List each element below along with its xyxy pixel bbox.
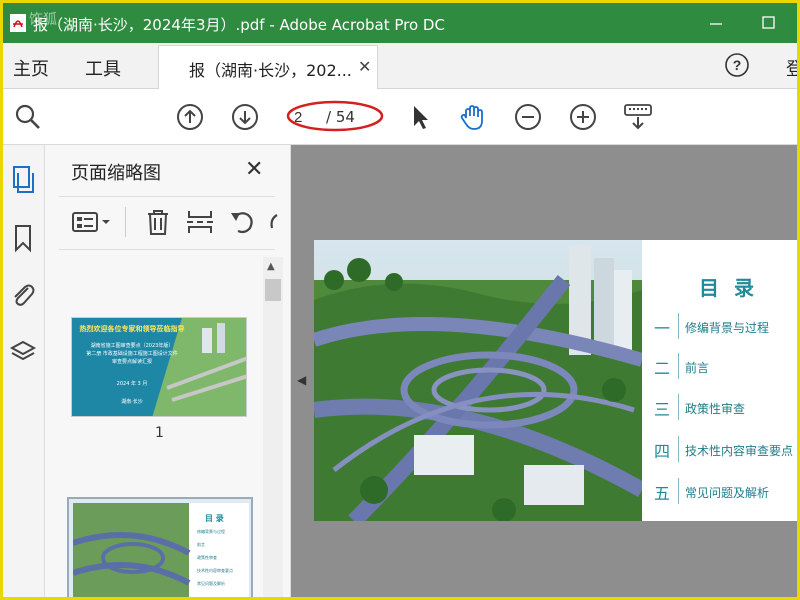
toc-item-text: 政策性审查 xyxy=(685,402,746,416)
thumb1-place: 湖南·长沙 xyxy=(121,399,143,405)
panel-title: 页面缩略图 xyxy=(71,163,161,184)
tab-document[interactable]: 报（湖南·长沙，202... ✕ xyxy=(158,45,378,89)
page-thumbnails-icon[interactable] xyxy=(9,165,37,195)
bookmark-icon[interactable] xyxy=(9,223,37,253)
toc-item: 一 修编背景与过程 xyxy=(654,313,797,339)
acrobat-app-icon xyxy=(10,14,26,32)
thumb2-title: 目 录 xyxy=(205,514,224,523)
toc-divider xyxy=(678,436,679,462)
window-title: 报（湖南·长沙，2024年3月）.pdf - Adobe Acrobat Pro… xyxy=(33,16,445,34)
toc-divider xyxy=(678,313,679,339)
toc-item: 二 前言 xyxy=(654,353,797,379)
page-number-input[interactable] xyxy=(294,107,318,127)
thumb2-item: 常见问题及解析 xyxy=(197,581,225,586)
toc-title: 目 录 xyxy=(699,276,758,300)
toc-item-number: 一 xyxy=(654,319,671,338)
thumb1-text: 热烈欢迎各位专家和领导莅临指导 xyxy=(79,325,185,333)
thumbnail-panel: 页面缩略图 ✕ ▲ 热烈欢迎各位专家和领导莅临指导 湖南省施工图审查要点（202… xyxy=(45,145,291,597)
thumb2-item: 前言 xyxy=(197,542,205,547)
thumb1-line3: 审查要点解读汇报 xyxy=(111,359,152,365)
toc-item: 三 政策性审查 xyxy=(654,394,797,420)
select-arrow-icon[interactable] xyxy=(405,102,435,132)
extract-page-icon[interactable] xyxy=(185,207,215,237)
toc-divider xyxy=(678,394,679,420)
acrobat-window: 饰狐 报（湖南·长沙，2024年3月）.pdf - Adobe Acrobat … xyxy=(0,0,800,600)
table-of-contents: 目 录 一 修编背景与过程 二 前言 三 政策性审查 四 技术性内容审查要点 五… xyxy=(642,240,797,521)
thumb2-item: 政策性审查 xyxy=(197,555,217,560)
thumb1-line1: 湖南省施工图审查要点（2023年版） xyxy=(90,343,174,349)
thumb2-item: 修编背景与过程 xyxy=(197,529,225,534)
help-icon[interactable]: ? xyxy=(724,52,750,78)
next-page-icon[interactable] xyxy=(230,102,260,132)
hand-tool-icon[interactable] xyxy=(458,102,488,132)
scroll-up-icon[interactable]: ▲ xyxy=(267,261,275,272)
toc-item-number: 三 xyxy=(654,400,671,419)
collapse-panel-icon[interactable]: ◀ xyxy=(297,373,306,387)
left-rail xyxy=(3,145,45,597)
keyboard-icon[interactable] xyxy=(623,102,653,132)
maximize-icon[interactable] xyxy=(756,13,780,33)
toc-item-text: 前言 xyxy=(685,361,710,375)
minimize-icon[interactable] xyxy=(704,13,728,33)
toc-divider xyxy=(678,353,679,379)
tab-bar: 主页 工具 报（湖南·长沙，202... ✕ ? 登 xyxy=(3,43,797,89)
layers-icon[interactable] xyxy=(9,337,37,367)
toc-item-number: 二 xyxy=(654,359,671,378)
document-view[interactable]: ◀ 目 录 一 修编背景与过程 二 前言 三 政策性审查 四 技术性内容审查要点… xyxy=(291,145,797,597)
toc-item: 五 常见问题及解析 xyxy=(654,478,797,504)
toc-item-number: 五 xyxy=(654,484,671,503)
toc-item-text: 常见问题及解析 xyxy=(685,486,770,500)
tab-home[interactable]: 主页 xyxy=(13,55,49,81)
toc-divider xyxy=(678,478,679,504)
toc-item-text: 技术性内容审查要点 xyxy=(685,444,794,458)
title-bar: 饰狐 报（湖南·长沙，2024年3月）.pdf - Adobe Acrobat … xyxy=(3,3,797,43)
tab-tools[interactable]: 工具 xyxy=(85,55,121,81)
toc-item-number: 四 xyxy=(654,442,671,461)
zoom-search-icon[interactable] xyxy=(13,102,43,132)
thumbnail-options-icon[interactable] xyxy=(71,207,115,237)
thumbnail-scrollbar[interactable]: ▲ xyxy=(263,257,283,597)
document-tab-label: 报（湖南·长沙，202... xyxy=(189,61,352,80)
page-total: / 54 xyxy=(326,108,355,126)
pdf-page: 目 录 一 修编背景与过程 二 前言 三 政策性审查 四 技术性内容审查要点 五… xyxy=(314,240,797,521)
thumb1-line2: 第二册 市政基础设施工程施工图设计文件 xyxy=(86,351,178,357)
toc-item: 四 技术性内容审查要点 xyxy=(654,436,797,462)
close-tab-icon[interactable]: ✕ xyxy=(358,57,371,76)
page-thumbnail-2[interactable]: 目 录 修编背景与过程 前言 政策性审查 技术性内容审查要点 常见问题及解析 xyxy=(67,497,253,597)
scroll-thumb[interactable] xyxy=(265,279,281,301)
interchange-rendering-image xyxy=(314,240,642,521)
zoom-in-icon[interactable] xyxy=(568,102,598,132)
zoom-out-icon[interactable] xyxy=(513,102,543,132)
rotate-left-icon[interactable] xyxy=(227,207,257,237)
svg-text:?: ? xyxy=(733,57,742,73)
page-number-box: / 54 xyxy=(290,104,380,130)
thumb2-item: 技术性内容审查要点 xyxy=(197,568,233,573)
divider xyxy=(59,196,275,197)
panel-close-icon[interactable]: ✕ xyxy=(245,157,263,182)
rotate-right-icon[interactable] xyxy=(267,207,279,237)
delete-page-icon[interactable] xyxy=(143,207,173,237)
thumbnail-page-number: 1 xyxy=(155,425,164,441)
toolbar: / 54 xyxy=(3,89,797,145)
toc-item-text: 修编背景与过程 xyxy=(685,321,770,335)
attachment-icon[interactable] xyxy=(9,279,37,309)
thumb1-date: 2024 年 3 月 xyxy=(116,381,148,387)
prev-page-icon[interactable] xyxy=(175,102,205,132)
page-thumbnail-1[interactable]: 热烈欢迎各位专家和领导莅临指导 湖南省施工图审查要点（2023年版） 第二册 市… xyxy=(71,317,247,417)
toolbar-divider xyxy=(125,207,126,237)
login-link[interactable]: 登 xyxy=(786,55,797,81)
divider xyxy=(59,249,275,250)
